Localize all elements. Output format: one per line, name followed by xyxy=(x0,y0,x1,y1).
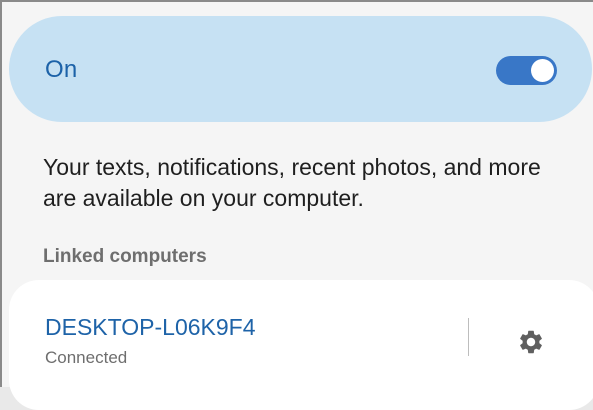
gear-icon xyxy=(520,330,542,354)
switch-knob xyxy=(531,59,554,82)
window-border-left xyxy=(0,0,2,387)
computer-name: DESKTOP-L06K9F4 xyxy=(45,314,256,340)
connection-status: Connected xyxy=(45,348,128,367)
computer-settings-button[interactable] xyxy=(513,324,549,360)
window-border-top xyxy=(0,0,593,2)
feature-description: Your texts, notifications, recent photos… xyxy=(43,154,541,211)
on-toggle-card[interactable]: On xyxy=(9,16,592,122)
divider xyxy=(468,318,469,356)
toggle-label: On xyxy=(45,56,78,83)
linked-computer-item[interactable]: DESKTOP-L06K9F4 Connected xyxy=(9,280,593,410)
on-off-switch[interactable] xyxy=(496,56,557,85)
app-screen: On Your texts, notifications, recent pho… xyxy=(0,0,593,410)
linked-computers-header: Linked computers xyxy=(43,246,207,267)
